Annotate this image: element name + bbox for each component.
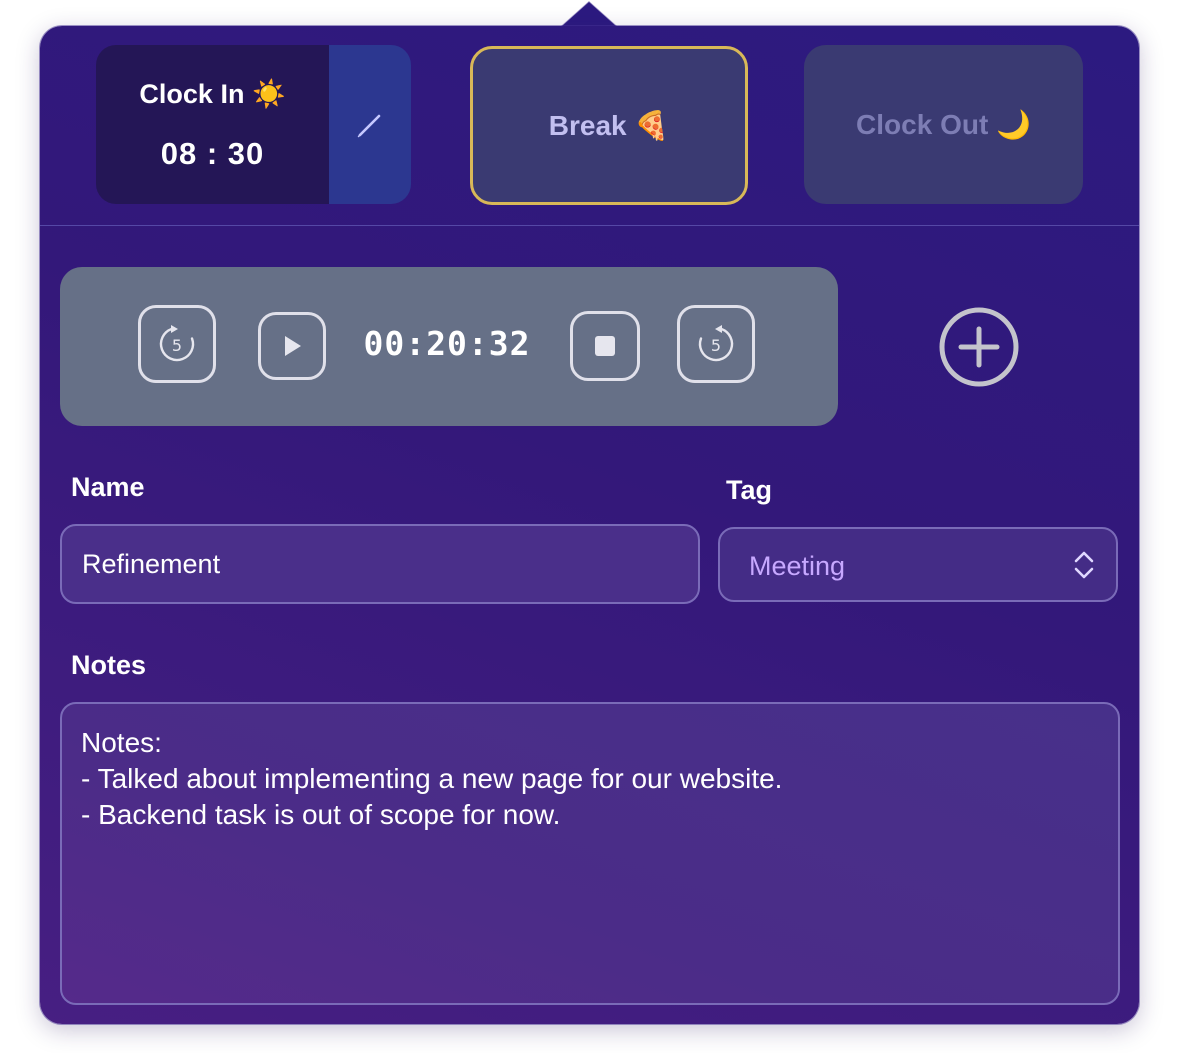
popover-caret xyxy=(561,2,617,27)
replay-5-icon: 5 xyxy=(159,325,195,362)
tag-label: Tag xyxy=(726,475,772,505)
stop-button[interactable] xyxy=(570,311,640,381)
elapsed-time: 00:20:32 xyxy=(363,324,531,363)
skip-back-button[interactable]: 5 xyxy=(138,305,216,383)
skip-back-seconds: 5 xyxy=(172,336,182,355)
time-tracker-popover: Clock In ☀️ 08 : 30 Break 🍕 Clock Out 🌙 … xyxy=(40,26,1139,1024)
clock-in-label: Clock In ☀️ xyxy=(139,78,286,109)
clock-in-button[interactable]: Clock In ☀️ 08 : 30 xyxy=(96,45,329,204)
notes-textarea[interactable]: Notes: - Talked about implementing a new… xyxy=(60,702,1120,1005)
header-divider xyxy=(40,225,1139,226)
pencil-icon xyxy=(357,114,381,137)
edit-clock-in-button[interactable] xyxy=(329,45,411,204)
tag-select[interactable]: Meeting xyxy=(718,527,1118,602)
skip-forward-seconds: 5 xyxy=(711,336,721,355)
skip-forward-button[interactable]: 5 xyxy=(677,305,755,383)
timer-controls: 5 00:20:32 5 xyxy=(60,267,838,426)
plus-circle-icon xyxy=(939,307,1019,387)
name-input[interactable] xyxy=(60,524,700,604)
play-icon xyxy=(285,336,301,356)
stop-icon xyxy=(595,336,615,356)
add-entry-button[interactable] xyxy=(938,306,1020,388)
name-label: Name xyxy=(71,472,145,502)
break-button[interactable]: Break 🍕 xyxy=(470,46,748,205)
play-button[interactable] xyxy=(258,312,326,380)
tag-selected-value: Meeting xyxy=(749,551,846,581)
clock-in-time: 08 : 30 xyxy=(160,135,265,171)
notes-label: Notes xyxy=(71,650,147,680)
chevron-up-down-icon xyxy=(1074,551,1094,579)
forward-5-icon: 5 xyxy=(698,325,734,362)
clock-in-group: Clock In ☀️ 08 : 30 xyxy=(96,45,411,204)
clock-out-button[interactable]: Clock Out 🌙 xyxy=(804,45,1083,204)
